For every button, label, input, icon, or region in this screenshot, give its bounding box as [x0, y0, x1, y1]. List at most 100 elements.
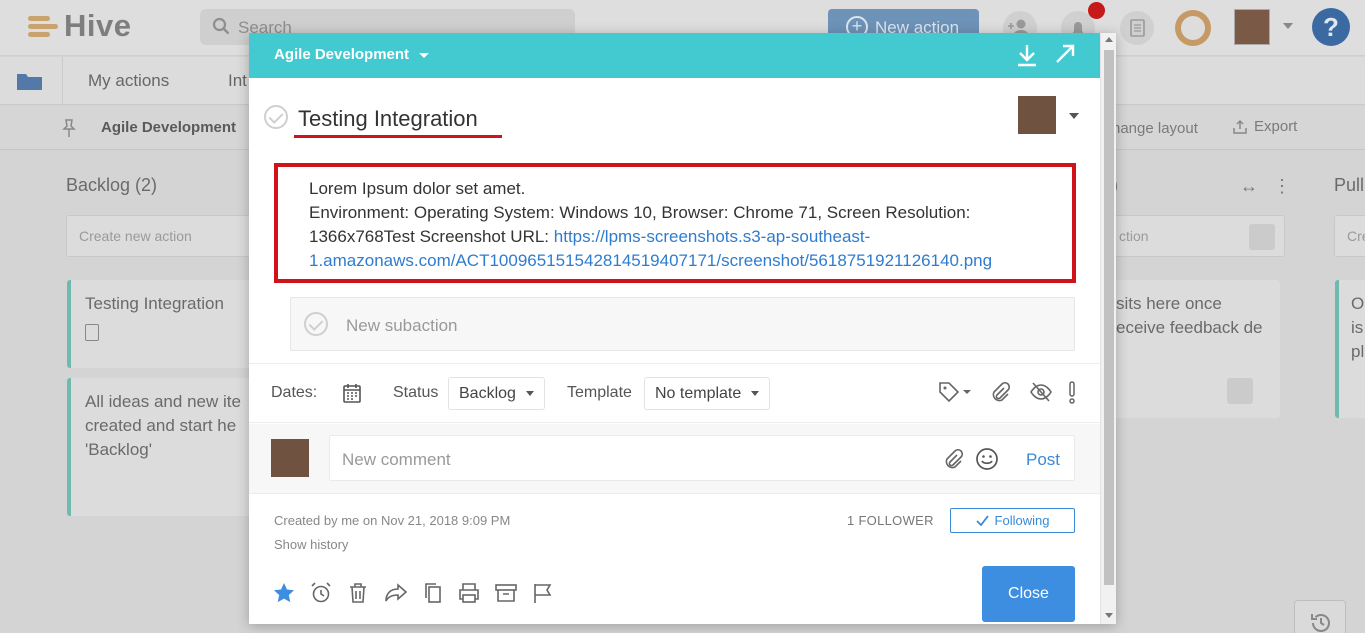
user-icon[interactable] — [1227, 378, 1253, 404]
create-new-action-input[interactable]: Create new action — [66, 215, 256, 257]
column-menu-icon[interactable]: ⋮ — [1273, 176, 1291, 197]
tag-icon[interactable] — [937, 380, 973, 404]
expand-icon[interactable] — [1054, 43, 1076, 65]
chevron-down-icon — [751, 391, 760, 396]
create-new-action-input-right[interactable]: Cre — [1334, 215, 1365, 257]
scroll-up-arrow-icon[interactable] — [1105, 37, 1113, 42]
action-card[interactable]: O is pl — [1335, 280, 1365, 418]
scroll-thumb[interactable] — [1104, 50, 1114, 585]
description-line: Lorem Ipsum dolor set amet. — [309, 179, 526, 198]
action-card[interactable]: Testing Integration — [67, 280, 257, 368]
export-button[interactable]: Export — [1232, 118, 1297, 135]
following-button[interactable]: Following — [950, 508, 1075, 533]
comment-placeholder: New comment — [342, 450, 451, 469]
action-detail-modal: Agile Development Testing Integration Lo… — [249, 33, 1116, 624]
resize-column-icon[interactable]: ↔ — [1240, 176, 1258, 197]
action-toolbar — [272, 581, 555, 605]
status-dropdown[interactable]: Backlog — [448, 377, 545, 410]
post-button[interactable]: Post — [1026, 450, 1060, 470]
project-dropdown-label: Agile Development — [274, 46, 410, 63]
history-icon[interactable] — [1294, 600, 1346, 633]
attachment-icon[interactable] — [990, 382, 1010, 404]
pin-icon[interactable] — [60, 118, 78, 138]
description-line: Environment: Operating System: Windows 1… — [309, 203, 971, 222]
screenshot-link-cont[interactable]: 1.amazonaws.com/ACT100965151542814519407… — [309, 249, 1072, 273]
tab-my-actions[interactable]: My actions — [88, 71, 169, 91]
new-subaction-input[interactable]: New subaction — [290, 297, 1075, 351]
description-icon — [85, 324, 99, 341]
usage-pie-icon[interactable] — [1175, 10, 1211, 46]
follower-count: 1 FOLLOWER — [847, 513, 934, 528]
hive-logo[interactable]: Hive — [28, 8, 131, 44]
template-value: No template — [655, 384, 742, 402]
document-icon[interactable] — [1120, 11, 1154, 45]
modal-scrollbar[interactable] — [1100, 33, 1116, 624]
description-line: 1366x768Test Screenshot URL: https://lpm… — [309, 225, 1072, 249]
attachment-icon[interactable] — [943, 449, 963, 471]
column-title-backlog: Backlog (2) — [66, 175, 158, 195]
help-icon[interactable]: ? — [1312, 8, 1350, 46]
chevron-down-icon[interactable] — [1069, 113, 1079, 119]
star-icon[interactable] — [272, 581, 296, 605]
comment-row: New comment Post — [249, 424, 1100, 494]
status-value: Backlog — [459, 384, 516, 402]
commenter-avatar — [271, 439, 309, 477]
alarm-icon[interactable] — [309, 581, 333, 605]
emoji-icon[interactable] — [975, 447, 999, 471]
download-icon[interactable] — [1016, 43, 1038, 67]
card-title: All ideas and new ite created and start … — [85, 392, 241, 459]
template-dropdown[interactable]: No template — [644, 377, 771, 410]
search-icon — [212, 17, 230, 35]
complete-checkbox-icon[interactable] — [264, 105, 288, 129]
calendar-icon[interactable] — [342, 382, 362, 404]
print-icon[interactable] — [457, 581, 481, 605]
create-new-action-input-mid[interactable]: ction — [1100, 215, 1285, 257]
chevron-down-icon — [525, 391, 534, 396]
priority-icon[interactable] — [1067, 380, 1077, 404]
description-text: 1366x768Test Screenshot URL: — [309, 227, 554, 246]
folder-icon[interactable] — [16, 71, 44, 91]
archive-icon[interactable] — [494, 581, 518, 605]
create-new-action-mid-text: ction — [1119, 228, 1149, 244]
description-field[interactable]: Lorem Ipsum dolor set amet. Environment:… — [274, 163, 1076, 283]
logo-text: Hive — [64, 8, 132, 43]
scroll-down-arrow-icon[interactable] — [1105, 613, 1113, 618]
action-title[interactable]: Testing Integration — [298, 106, 478, 132]
hide-icon[interactable] — [1029, 381, 1053, 403]
export-icon — [1233, 119, 1247, 134]
copy-icon[interactable] — [422, 581, 444, 605]
new-subaction-placeholder: New subaction — [346, 316, 458, 335]
subaction-check-icon — [304, 312, 328, 336]
card-title: O is pl — [1351, 294, 1365, 361]
trash-icon[interactable] — [346, 581, 370, 605]
created-info: Created by me on Nov 21, 2018 9:09 PM — [274, 513, 511, 528]
user-avatar[interactable] — [1234, 9, 1270, 45]
comment-input[interactable]: New comment Post — [329, 435, 1075, 481]
project-dropdown[interactable]: Agile Development — [274, 46, 430, 63]
modal-header: Agile Development — [249, 33, 1100, 78]
chevron-down-icon[interactable] — [1283, 23, 1293, 30]
project-name[interactable]: Agile Development — [101, 119, 236, 136]
action-card[interactable]: sits here once eceive feedback de — [1100, 280, 1280, 418]
action-meta-row: Dates: Status Backlog Template No templa… — [249, 363, 1100, 423]
assignee-avatar[interactable] — [1018, 96, 1056, 134]
close-button[interactable]: Close — [982, 566, 1075, 622]
card-title: sits here once eceive feedback de — [1116, 294, 1263, 337]
status-label: Status — [393, 384, 439, 401]
screenshot-link[interactable]: https://lpms-screenshots.s3-ap-southeast… — [554, 227, 871, 246]
tab-integrations[interactable]: Int — [228, 71, 247, 91]
share-icon[interactable] — [383, 581, 409, 605]
change-layout-button[interactable]: hange layout — [1112, 120, 1198, 137]
show-history-link[interactable]: Show history — [274, 537, 348, 552]
flag-icon[interactable] — [531, 581, 555, 605]
template-label: Template — [567, 384, 632, 401]
action-card[interactable]: All ideas and new ite created and start … — [67, 378, 257, 516]
hive-logo-icon — [28, 13, 58, 39]
user-icon[interactable] — [1249, 224, 1275, 250]
column-title-pull: Pull — [1334, 175, 1365, 195]
check-icon — [975, 515, 989, 526]
card-title: Testing Integration — [85, 294, 224, 313]
chevron-down-icon — [419, 53, 430, 58]
title-highlight — [294, 135, 502, 138]
following-label: Following — [994, 513, 1050, 528]
